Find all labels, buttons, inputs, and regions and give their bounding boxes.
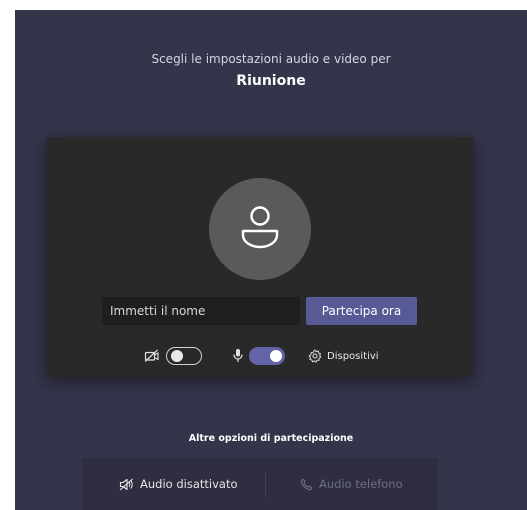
options-divider xyxy=(265,472,266,498)
pre-join-screen: Scegli le impostazioni audio e video per… xyxy=(15,10,527,510)
meeting-title: Riunione xyxy=(236,73,306,89)
microphone-icon xyxy=(233,349,243,362)
avatar xyxy=(209,178,311,280)
name-input[interactable] xyxy=(102,297,300,325)
more-join-options-title: Altre opzioni di partecipazione xyxy=(188,433,354,444)
phone-audio-label: Audio telefono xyxy=(319,477,403,491)
camera-toggle[interactable] xyxy=(166,347,202,365)
phone-audio-option[interactable]: Audio telefono xyxy=(300,477,403,491)
join-now-button[interactable]: Partecipa ora xyxy=(306,297,417,325)
gear-icon xyxy=(308,349,322,363)
microphone-toggle[interactable] xyxy=(249,347,285,365)
audio-off-label: Audio disattivato xyxy=(140,477,238,491)
phone-icon xyxy=(300,478,313,490)
microphone-toggle-knob xyxy=(270,350,282,362)
person-icon xyxy=(241,206,279,249)
devices-button[interactable]: Dispositivi xyxy=(308,347,379,365)
join-options-bar: Audio disattivato Audio telefono xyxy=(82,458,438,510)
devices-label: Dispositivi xyxy=(327,350,379,362)
speaker-off-icon xyxy=(119,478,133,490)
camera-off-icon xyxy=(144,349,159,362)
settings-subtitle: Scegli le impostazioni audio e video per xyxy=(151,52,391,66)
audio-off-option[interactable]: Audio disattivato xyxy=(119,477,238,491)
camera-toggle-knob xyxy=(171,350,183,362)
video-preview-panel: Partecipa ora Dispositivi xyxy=(47,137,473,377)
